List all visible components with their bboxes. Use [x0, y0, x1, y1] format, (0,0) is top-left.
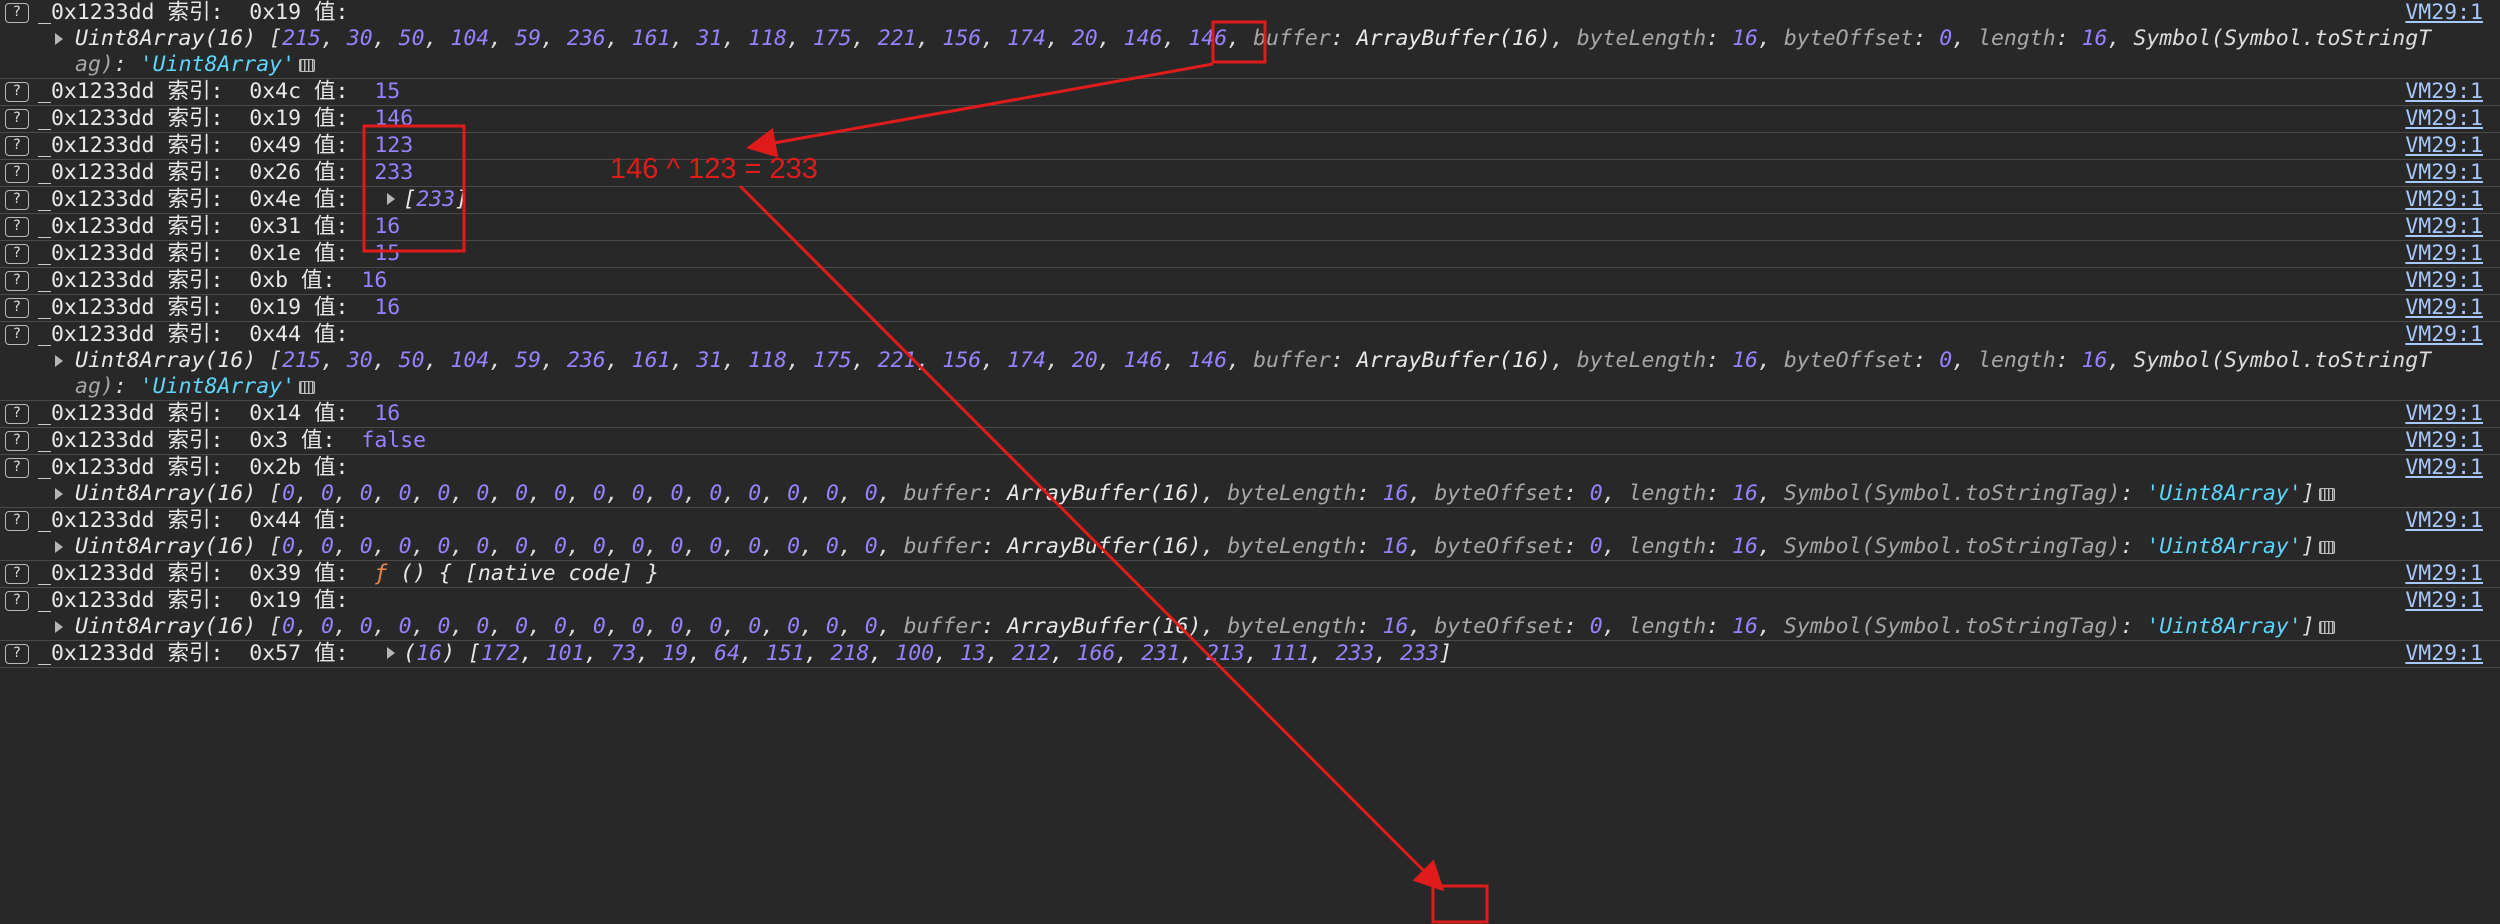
source-link[interactable]: VM29:1 [2405, 295, 2483, 321]
expand-triangle-icon[interactable] [387, 193, 396, 205]
log-message: _0x1233dd 索引: 0x19 值: [38, 588, 375, 613]
question-icon: ? [5, 431, 29, 451]
question-icon: ? [5, 404, 29, 424]
console-message-row[interactable]: ? _0x1233dd 索引: 0x31 值: 16 VM29:1 [0, 214, 2500, 241]
question-icon: ? [5, 458, 29, 478]
log-message: _0x1233dd 索引: 0x19 值: 146 [38, 106, 414, 131]
question-icon: ? [5, 564, 29, 584]
console-message-row[interactable]: ? _0x1233dd 索引: 0x19 值: 16 VM29:1 [0, 295, 2500, 322]
console-message-row[interactable]: ? _0x1233dd 索引: 0x19 值: VM29:1 Uint8Array(… [0, 0, 2500, 79]
source-link[interactable]: VM29:1 [2405, 428, 2483, 454]
console-message-row[interactable]: ? _0x1233dd 索引: 0x19 值: VM29:1 Uint8Array(… [0, 588, 2500, 641]
source-link[interactable]: VM29:1 [2405, 214, 2483, 240]
log-message: _0x1233dd 索引: 0xb 值: 16 [38, 268, 388, 293]
console-message-row[interactable]: ? _0x1233dd 索引: 0x57 值: (16) [172, 101, 7… [0, 641, 2500, 668]
typed-array-preview[interactable]: Uint8Array(16) [0, 0, 0, 0, 0, 0, 0, 0, … [75, 614, 2335, 640]
console-message-row[interactable]: ? _0x1233dd 索引: 0x44 值: VM29:1 Uint8Array(… [0, 322, 2500, 401]
console-message-row[interactable]: ? _0x1233dd 索引: 0x39 值: ƒ () { [native co… [0, 561, 2500, 588]
log-message: _0x1233dd 索引: 0x39 值: ƒ () { [native cod… [38, 561, 660, 586]
source-link[interactable]: VM29:1 [2405, 508, 2483, 534]
memory-inspector-icon[interactable] [2318, 541, 2335, 554]
expand-triangle-icon[interactable] [387, 647, 396, 659]
question-icon: ? [5, 109, 29, 129]
question-icon: ? [5, 244, 29, 264]
log-message: _0x1233dd 索引: 0x19 值: [38, 0, 375, 25]
question-icon: ? [5, 190, 29, 210]
typed-array-preview[interactable]: Uint8Array(16) [215, 30, 50, 104, 59, 23… [75, 26, 2431, 52]
log-message: _0x1233dd 索引: 0x3 值: false [38, 428, 427, 453]
source-link[interactable]: VM29:1 [2405, 187, 2483, 213]
log-message: _0x1233dd 索引: 0x14 值: 16 [38, 401, 401, 426]
source-link[interactable]: VM29:1 [2405, 160, 2483, 186]
console-message-row[interactable]: ? _0x1233dd 索引: 0x44 值: VM29:1 Uint8Array(… [0, 508, 2500, 561]
log-message: _0x1233dd 索引: 0x2b 值: [38, 455, 375, 480]
question-icon: ? [5, 591, 29, 611]
log-message: _0x1233dd 索引: 0x1e 值: 15 [38, 241, 401, 266]
question-icon: ? [5, 136, 29, 156]
source-link[interactable]: VM29:1 [2405, 561, 2483, 587]
console-message-row[interactable]: ? _0x1233dd 索引: 0x19 值: 146 VM29:1 [0, 106, 2500, 133]
console-message-row[interactable]: ? _0x1233dd 索引: 0x26 值: 233 VM29:1 [0, 160, 2500, 187]
typed-array-preview[interactable]: Uint8Array(16) [215, 30, 50, 104, 59, 23… [75, 348, 2431, 374]
log-message: _0x1233dd 索引: 0x44 值: [38, 508, 375, 533]
question-icon: ? [5, 644, 29, 664]
source-link[interactable]: VM29:1 [2405, 641, 2483, 667]
log-message: _0x1233dd 索引: 0x31 值: 16 [38, 214, 401, 239]
log-message: _0x1233dd 索引: 0x44 值: [38, 322, 375, 347]
question-icon: ? [5, 298, 29, 318]
question-icon: ? [5, 3, 29, 23]
expand-triangle-icon[interactable] [55, 621, 63, 633]
highlight-box-233-bottom [1431, 884, 1489, 924]
log-message: _0x1233dd 索引: 0x26 值: 233 [38, 160, 414, 185]
typed-array-preview[interactable]: Uint8Array(16) [0, 0, 0, 0, 0, 0, 0, 0, … [75, 534, 2335, 560]
console-message-row[interactable]: ? _0x1233dd 索引: 0x4e 值: [233] VM29:1 [0, 187, 2500, 214]
expand-triangle-icon[interactable] [55, 541, 63, 553]
log-message: _0x1233dd 索引: 0x49 值: 123 [38, 133, 414, 158]
source-link[interactable]: VM29:1 [2405, 241, 2483, 267]
memory-inspector-icon[interactable] [2318, 488, 2335, 501]
console-message-row[interactable]: ? _0x1233dd 索引: 0xb 值: 16 VM29:1 [0, 268, 2500, 295]
expand-triangle-icon[interactable] [55, 488, 63, 500]
memory-inspector-icon[interactable] [2318, 621, 2335, 634]
question-icon: ? [5, 163, 29, 183]
typed-array-preview-continued: ag): 'Uint8Array' [75, 52, 316, 78]
memory-inspector-icon[interactable] [299, 381, 316, 394]
memory-inspector-icon[interactable] [299, 59, 316, 72]
question-icon: ? [5, 511, 29, 531]
source-link[interactable]: VM29:1 [2405, 268, 2483, 294]
console-message-row[interactable]: ? _0x1233dd 索引: 0x14 值: 16 VM29:1 [0, 401, 2500, 428]
typed-array-preview-continued: ag): 'Uint8Array' [75, 374, 316, 400]
question-icon: ? [5, 217, 29, 237]
console-message-row[interactable]: ? _0x1233dd 索引: 0x1e 值: 15 VM29:1 [0, 241, 2500, 268]
console-message-row[interactable]: ? _0x1233dd 索引: 0x49 值: 123 VM29:1 [0, 133, 2500, 160]
console-message-row[interactable]: ? _0x1233dd 索引: 0x4c 值: 15 VM29:1 [0, 79, 2500, 106]
source-link[interactable]: VM29:1 [2405, 588, 2483, 614]
expand-triangle-icon[interactable] [55, 33, 63, 45]
devtools-console: ? _0x1233dd 索引: 0x19 值: VM29:1 Uint8Array(… [0, 0, 2500, 668]
log-message: _0x1233dd 索引: 0x4e 值: [233] [38, 187, 469, 212]
question-icon: ? [5, 82, 29, 102]
source-link[interactable]: VM29:1 [2405, 455, 2483, 481]
source-link[interactable]: VM29:1 [2405, 0, 2483, 26]
typed-array-preview[interactable]: Uint8Array(16) [0, 0, 0, 0, 0, 0, 0, 0, … [75, 481, 2335, 507]
question-icon: ? [5, 271, 29, 291]
source-link[interactable]: VM29:1 [2405, 322, 2483, 348]
console-message-row[interactable]: ? _0x1233dd 索引: 0x3 值: false VM29:1 [0, 428, 2500, 455]
question-icon: ? [5, 325, 29, 345]
source-link[interactable]: VM29:1 [2405, 79, 2483, 105]
console-message-row[interactable]: ? _0x1233dd 索引: 0x2b 值: VM29:1 Uint8Array(… [0, 455, 2500, 508]
source-link[interactable]: VM29:1 [2405, 401, 2483, 427]
expand-triangle-icon[interactable] [55, 355, 63, 367]
log-message: _0x1233dd 索引: 0x57 值: (16) [172, 101, 73… [38, 641, 1452, 666]
source-link[interactable]: VM29:1 [2405, 133, 2483, 159]
log-message: _0x1233dd 索引: 0x19 值: 16 [38, 295, 401, 320]
source-link[interactable]: VM29:1 [2405, 106, 2483, 132]
log-message: _0x1233dd 索引: 0x4c 值: 15 [38, 79, 401, 104]
